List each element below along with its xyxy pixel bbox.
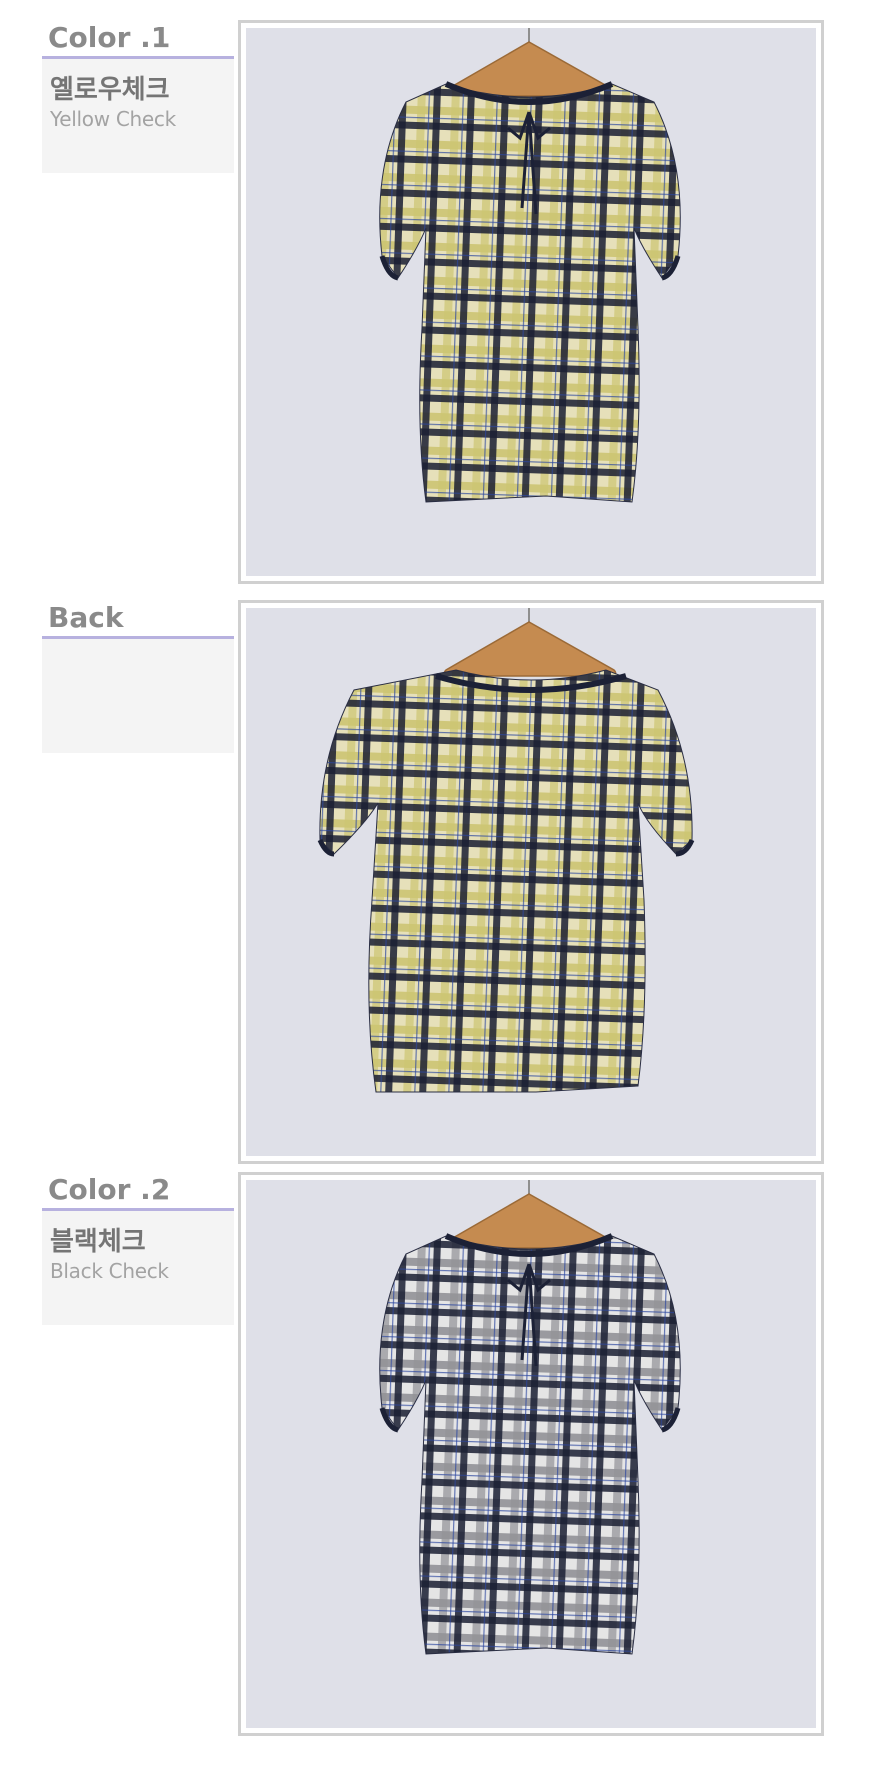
color-1-section: Color .1 옐로우체크 Yellow Check xyxy=(0,20,870,600)
yellow-check-front-photo xyxy=(246,28,816,576)
back-label: Back xyxy=(42,600,234,753)
color-name-box: 옐로우체크 Yellow Check xyxy=(42,59,234,173)
product-photo-frame xyxy=(238,600,824,1164)
color-name-korean: 옐로우체크 xyxy=(50,75,170,105)
color-name-box xyxy=(42,639,234,753)
product-photo-frame xyxy=(238,20,824,584)
section-title: Color .1 xyxy=(48,21,171,54)
black-check-front-photo xyxy=(246,1180,816,1728)
color-name-english: Yellow Check xyxy=(50,107,176,131)
color-name-box: 블랙체크 Black Check xyxy=(42,1211,234,1325)
color-2-section: Color .2 블랙체크 Black Check xyxy=(0,1172,870,1752)
product-photo-frame xyxy=(238,1172,824,1736)
yellow-check-back-photo xyxy=(246,608,816,1156)
section-title: Color .2 xyxy=(48,1173,171,1206)
color-name-english: Black Check xyxy=(50,1259,169,1283)
section-title: Back xyxy=(48,601,124,634)
color-name-korean: 블랙체크 xyxy=(50,1227,146,1257)
color-1-label: Color .1 옐로우체크 Yellow Check xyxy=(42,20,234,173)
back-section: Back xyxy=(0,600,870,1180)
color-2-label: Color .2 블랙체크 Black Check xyxy=(42,1172,234,1325)
